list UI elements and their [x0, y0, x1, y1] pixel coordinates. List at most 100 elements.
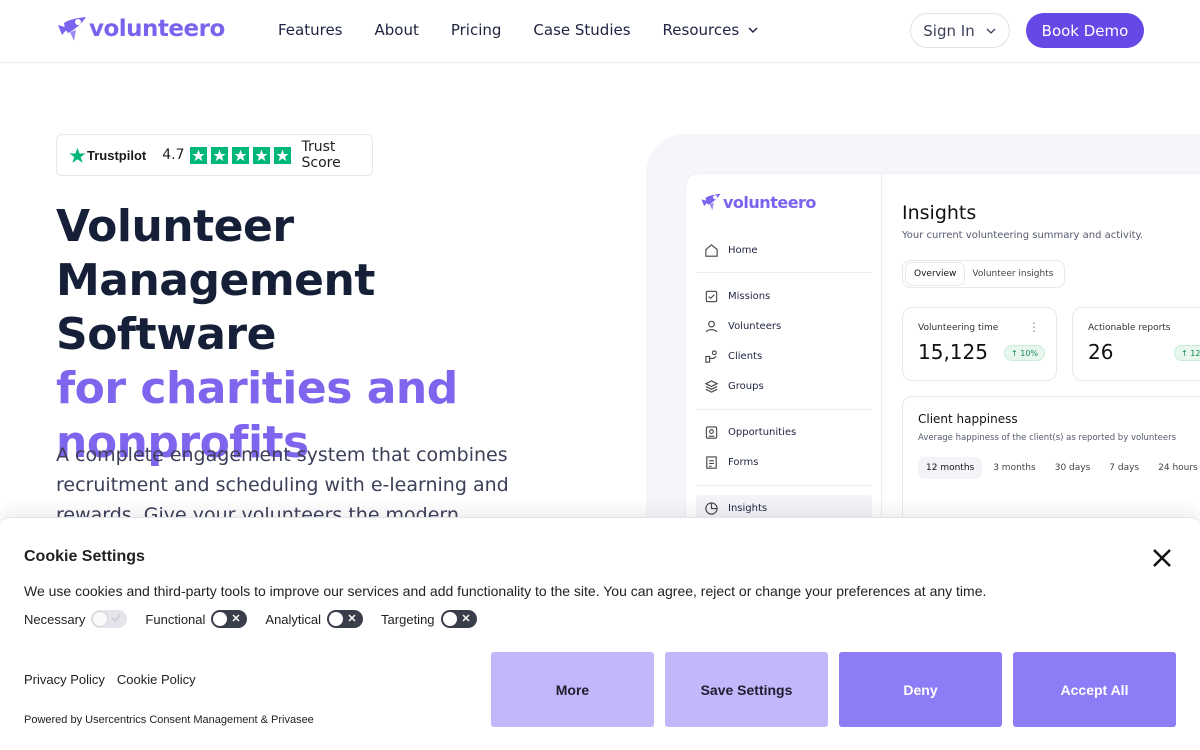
cookie-title: Cookie Settings — [24, 548, 145, 565]
nav-pricing[interactable]: Pricing — [451, 21, 502, 39]
hero-title: Volunteer Management Software for charit… — [56, 200, 596, 470]
star-icon — [211, 146, 229, 164]
star-icon — [253, 146, 271, 164]
accept-all-button[interactable]: Accept All — [1013, 652, 1176, 727]
sidebar-item-opportunities[interactable]: Opportunities — [696, 419, 872, 445]
check-icon — [111, 614, 121, 623]
sidebar-item-volunteers[interactable]: Volunteers — [696, 313, 872, 339]
star-icon — [274, 146, 292, 164]
logo-mark-icon — [701, 193, 721, 211]
nav-about[interactable]: About — [375, 21, 419, 39]
client-happiness-title: Client happiness — [918, 412, 1018, 426]
more-button[interactable]: More — [491, 652, 654, 727]
save-settings-button[interactable]: Save Settings — [665, 652, 828, 727]
sidebar-item-label: Home — [728, 244, 758, 256]
hero-title-line-2: Management Software — [56, 255, 375, 360]
range-24-hours[interactable]: 24 hours — [1150, 457, 1200, 479]
nav-resources-label: Resources — [662, 21, 740, 39]
close-icon — [348, 614, 356, 622]
toggle-label: Targeting — [381, 611, 435, 627]
missions-icon — [705, 290, 718, 302]
sidebar-item-forms[interactable]: Forms — [696, 449, 872, 475]
app-logo-text: volunteero — [723, 192, 816, 212]
more-vertical-icon[interactable]: ⋮ — [1028, 320, 1040, 334]
stat-value: 26 — [1088, 340, 1114, 364]
client-happiness-card: Client happiness Average happiness of th… — [902, 396, 1200, 534]
app-preview: volunteero Home Missions Volunteers Clie… — [686, 174, 1200, 534]
sidebar-item-missions[interactable]: Missions — [696, 283, 872, 309]
stat-label: Actionable reports — [1088, 323, 1171, 333]
app-logo: volunteero — [700, 192, 816, 212]
sidebar-item-groups[interactable]: Groups — [696, 373, 872, 399]
book-demo-button[interactable]: Book Demo — [1026, 13, 1144, 48]
pie-chart-icon — [705, 501, 718, 515]
sidebar-item-label: Forms — [728, 456, 759, 468]
sidebar-item-home[interactable]: Home — [696, 237, 872, 263]
trustpilot-badge[interactable]: Trustpilot 4.7 Trust Score — [56, 134, 373, 176]
analytical-toggle[interactable] — [327, 610, 364, 628]
deny-button[interactable]: Deny — [839, 652, 1002, 727]
stat-label: Volunteering time — [918, 323, 999, 333]
sidebar-divider — [696, 409, 872, 410]
insights-subtitle: Your current volunteering summary and ac… — [902, 230, 1144, 241]
close-icon[interactable] — [1150, 546, 1174, 570]
nav-case-studies[interactable]: Case Studies — [533, 21, 630, 39]
volunteero-logo[interactable]: volunteero — [56, 15, 225, 43]
privacy-policy-link[interactable]: Privacy Policy — [24, 672, 105, 687]
range-3-months[interactable]: 3 months — [985, 457, 1044, 479]
sidebar-item-label: Insights — [728, 502, 768, 514]
insights-title: Insights — [902, 202, 977, 224]
trust-stars — [190, 146, 295, 164]
trustpilot-logo: Trustpilot — [69, 147, 146, 164]
sign-in-label: Sign In — [923, 21, 975, 40]
nav-features[interactable]: Features — [278, 21, 343, 39]
trustpilot-star-icon — [69, 147, 86, 163]
sidebar-item-label: Opportunities — [728, 426, 797, 438]
user-icon — [705, 320, 718, 332]
cookie-policy-link[interactable]: Cookie Policy — [117, 672, 196, 687]
opportunities-icon — [705, 425, 718, 439]
toggle-knob — [213, 612, 228, 626]
time-range-selector: 12 months 3 months 30 days 7 days 24 hou… — [918, 457, 1200, 479]
form-icon — [706, 455, 717, 469]
cookie-toggles: Necessary Functional Analytical Targetin… — [24, 610, 495, 628]
tab-volunteer-insights[interactable]: Volunteer insights — [964, 263, 1061, 285]
insights-tabs: Overview Volunteer insights — [902, 260, 1066, 288]
stat-value: 15,125 — [918, 340, 988, 364]
range-7-days[interactable]: 7 days — [1101, 457, 1147, 479]
app-main: Insights Your current volunteering summa… — [882, 174, 1200, 534]
app-sidebar: volunteero Home Missions Volunteers Clie… — [686, 174, 882, 534]
logo-mark-icon — [58, 17, 86, 41]
sidebar-item-label: Clients — [728, 350, 763, 362]
layers-icon — [704, 379, 719, 393]
targeting-toggle[interactable] — [440, 610, 477, 628]
range-30-days[interactable]: 30 days — [1047, 457, 1099, 479]
sidebar-item-label: Volunteers — [728, 320, 782, 332]
nav-resources[interactable]: Resources — [663, 21, 760, 39]
functional-toggle[interactable] — [211, 610, 248, 628]
chevron-down-icon — [986, 28, 996, 34]
cookie-description: We use cookies and third-party tools to … — [24, 583, 987, 599]
toggle-knob — [93, 612, 108, 626]
clients-icon — [705, 349, 717, 363]
sidebar-item-label: Groups — [728, 380, 764, 392]
powered-by-text: Powered by Usercentrics Consent Manageme… — [24, 714, 314, 726]
tab-overview[interactable]: Overview — [906, 263, 965, 285]
home-icon — [705, 243, 718, 257]
site-header: volunteero Features About Pricing Case S… — [0, 0, 1200, 63]
close-icon — [462, 614, 470, 622]
stat-card-volunteering-time[interactable]: Volunteering time ⋮ 15,125 ↑ 10% — [902, 307, 1057, 381]
cookie-links: Privacy Policy Cookie Policy — [24, 672, 208, 687]
client-happiness-subtitle: Average happiness of the client(s) as re… — [918, 433, 1177, 443]
stat-card-actionable-reports[interactable]: Actionable reports 26 ↑ 12% — [1072, 307, 1200, 381]
trust-score-label: Trust Score — [301, 139, 341, 171]
sidebar-item-clients[interactable]: Clients — [696, 343, 872, 369]
stat-change-badge: ↑ 10% — [1004, 345, 1046, 361]
sidebar-divider — [696, 272, 872, 273]
sign-in-button[interactable]: Sign In — [910, 13, 1010, 48]
trustpilot-brand: Trustpilot — [87, 147, 147, 163]
toggle-label: Functional — [145, 611, 206, 627]
toggle-label: Necessary — [24, 611, 86, 627]
close-icon — [232, 614, 240, 622]
range-12-months[interactable]: 12 months — [918, 457, 983, 479]
